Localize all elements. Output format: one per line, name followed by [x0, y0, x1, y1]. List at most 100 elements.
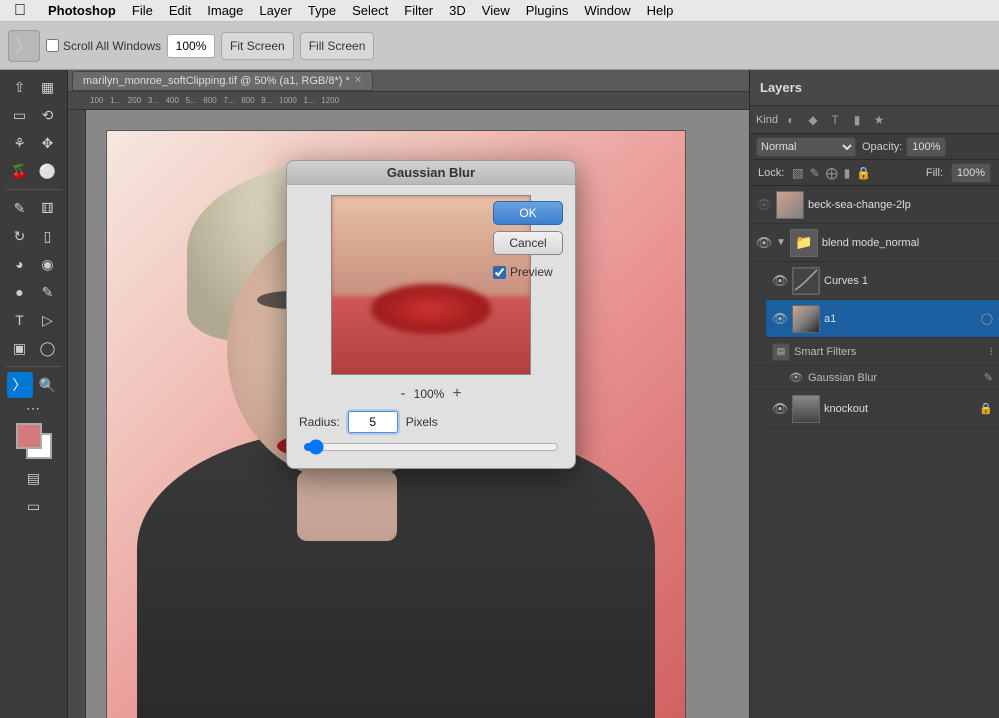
zoom-tool[interactable]: 🔍	[35, 372, 61, 398]
smart-filters-options[interactable]: ⁝	[990, 345, 994, 358]
layer-filter-type[interactable]: T	[826, 111, 844, 129]
type-tool[interactable]: T	[7, 307, 33, 333]
file-tab[interactable]: marilyn_monroe_softClipping.tif @ 50% (a…	[72, 71, 373, 91]
opacity-input[interactable]	[906, 137, 946, 157]
layer-filter-shape[interactable]: ▮	[848, 111, 866, 129]
menu-image[interactable]: Image	[199, 0, 251, 21]
tab-close-icon[interactable]: ✕	[354, 75, 362, 86]
layer-visibility-curves[interactable]: 👁	[772, 273, 788, 289]
layer-item-curves[interactable]: 👁 Curves 1	[766, 262, 999, 300]
blur-tool[interactable]: ◉	[35, 251, 61, 277]
blend-mode-select[interactable]: Normal Multiply Screen Overlay	[756, 137, 856, 157]
layer-expand-arrow[interactable]: ▼	[776, 237, 786, 248]
quick-mask-tool[interactable]: ▤	[21, 465, 47, 491]
layer-visibility-blend[interactable]: 👁	[756, 235, 772, 251]
fill-input[interactable]	[951, 163, 991, 183]
gaussian-blur-dialog: Gaussian Blur - 100% +	[286, 160, 576, 469]
radius-slider[interactable]	[303, 439, 559, 455]
history-brush-tool[interactable]: ↻	[7, 223, 33, 249]
layers-title: Layers	[760, 80, 802, 95]
brush-tool[interactable]: ✎	[7, 195, 33, 221]
radius-slider-row	[299, 439, 563, 458]
layer-filter-pixel[interactable]: ◐	[782, 111, 800, 129]
lock-position-icon[interactable]: ⨁	[826, 166, 838, 180]
blend-mode-row: Normal Multiply Screen Overlay Opacity:	[750, 134, 999, 160]
layers-list: 👁 beck-sea-change-2lp 👁 ▼ 📁 blend mode_n…	[750, 186, 999, 718]
toolbar: 〉 Scroll All Windows Fit Screen Fill Scr…	[0, 22, 999, 70]
healing-brush-tool[interactable]: ⚪	[35, 158, 61, 184]
zoom-input[interactable]	[167, 34, 215, 58]
radius-input[interactable]	[348, 411, 398, 433]
gradient-tool[interactable]: ◕	[7, 251, 33, 277]
filter-edit-icon[interactable]: ✎	[984, 371, 993, 384]
layer-item-a1[interactable]: 👁 a1 ◯	[766, 300, 999, 338]
preview-checkbox[interactable]	[493, 266, 506, 279]
lock-artboard-icon[interactable]: ▮	[844, 166, 851, 180]
color-swatch-row[interactable]	[16, 423, 52, 459]
dialog-zoom-row: - 100% +	[299, 385, 563, 403]
dodge-tool[interactable]: ●	[7, 279, 33, 305]
lock-all-icon[interactable]: 🔒	[856, 166, 871, 180]
main-area: ⇧ ▦ ▭ ⟲ ⚘ ✥ 🍒 ⚪ ✎ ⚅ ↻ ▯ ◕ ◉ ● ✎	[0, 70, 999, 718]
layer-item-blend-group[interactable]: 👁 ▼ 📁 blend mode_normal	[750, 224, 999, 262]
fit-screen-button[interactable]: Fit Screen	[221, 32, 294, 60]
fill-screen-button[interactable]: Fill Screen	[300, 32, 375, 60]
lasso-tool[interactable]: ⟲	[35, 102, 61, 128]
ok-button[interactable]: OK	[493, 201, 563, 225]
menu-edit[interactable]: Edit	[161, 0, 199, 21]
layer-thumb-blend: 📁	[790, 229, 818, 257]
layer-visibility-knockout[interactable]: 👁	[772, 401, 788, 417]
menu-3d[interactable]: 3D	[441, 0, 474, 21]
foreground-color-swatch[interactable]	[16, 423, 42, 449]
layer-visibility-a1[interactable]: 👁	[772, 311, 788, 327]
more-tools[interactable]: ⋯	[26, 400, 41, 417]
menu-window[interactable]: Window	[576, 0, 638, 21]
clone-stamp-tool[interactable]: ⚅	[35, 195, 61, 221]
layer-name-knockout: knockout	[824, 403, 975, 415]
layer-item-beck[interactable]: 👁 beck-sea-change-2lp	[750, 186, 999, 224]
apple-logo[interactable]: 	[0, 2, 40, 20]
layer-name-blend: blend mode_normal	[822, 237, 993, 249]
layer-item-knockout[interactable]: 👁 knockout 🔒	[766, 390, 999, 428]
hand-tool-button[interactable]: 〉	[8, 30, 40, 62]
rectangle-tool[interactable]: ▣	[7, 335, 33, 361]
magic-wand-tool[interactable]: ⚘	[7, 130, 33, 156]
menu-type[interactable]: Type	[300, 0, 344, 21]
menu-view[interactable]: View	[474, 0, 518, 21]
layer-filter-smart[interactable]: ★	[870, 111, 888, 129]
menu-filter[interactable]: Filter	[396, 0, 441, 21]
menu-help[interactable]: Help	[639, 0, 682, 21]
screen-mode-tool[interactable]: ▭	[21, 493, 47, 519]
ellipse-tool[interactable]: ◯	[35, 335, 61, 361]
crop-tool[interactable]: ✥	[35, 130, 61, 156]
canvas-content[interactable]: Gaussian Blur - 100% +	[86, 110, 749, 718]
rectangular-marquee-tool[interactable]: ▭	[7, 102, 33, 128]
menu-photoshop[interactable]: Photoshop	[40, 0, 124, 21]
menu-select[interactable]: Select	[344, 0, 396, 21]
menu-plugins[interactable]: Plugins	[518, 0, 577, 21]
pen-tool[interactable]: ✎	[35, 279, 61, 305]
path-selection-tool[interactable]: ▷	[35, 307, 61, 333]
filter-name-gaussian: Gaussian Blur	[808, 372, 877, 384]
scroll-all-windows-checkbox[interactable]	[46, 39, 59, 52]
layer-visibility-gaussian[interactable]: 👁	[788, 370, 804, 386]
cancel-button[interactable]: Cancel	[493, 231, 563, 255]
menu-file[interactable]: File	[124, 0, 161, 21]
eraser-tool[interactable]: ▯	[35, 223, 61, 249]
artboard-tool[interactable]: ▦	[35, 74, 61, 100]
zoom-in-button[interactable]: +	[452, 385, 461, 403]
zoom-out-button[interactable]: -	[400, 385, 405, 403]
menu-layer[interactable]: Layer	[251, 0, 300, 21]
filter-item-gaussian-blur[interactable]: 👁 Gaussian Blur ✎	[750, 366, 999, 390]
layer-filter-adjust[interactable]: ◆	[804, 111, 822, 129]
layer-filter-icons: ◐ ◆ T ▮ ★	[782, 111, 888, 129]
layers-header: Layers	[750, 70, 999, 106]
move-tool[interactable]: ⇧	[7, 74, 33, 100]
eyedropper-tool[interactable]: 🍒	[7, 158, 33, 184]
hand-tool-sidebar[interactable]: 〉	[7, 372, 33, 398]
canvas-area[interactable]: marilyn_monroe_softClipping.tif @ 50% (a…	[68, 70, 749, 718]
lock-paint-icon[interactable]: ✎	[810, 166, 820, 180]
fill-label: Fill:	[926, 167, 943, 179]
layer-visibility-beck[interactable]: 👁	[756, 197, 772, 213]
lock-transparent-icon[interactable]: ▧	[792, 166, 803, 180]
